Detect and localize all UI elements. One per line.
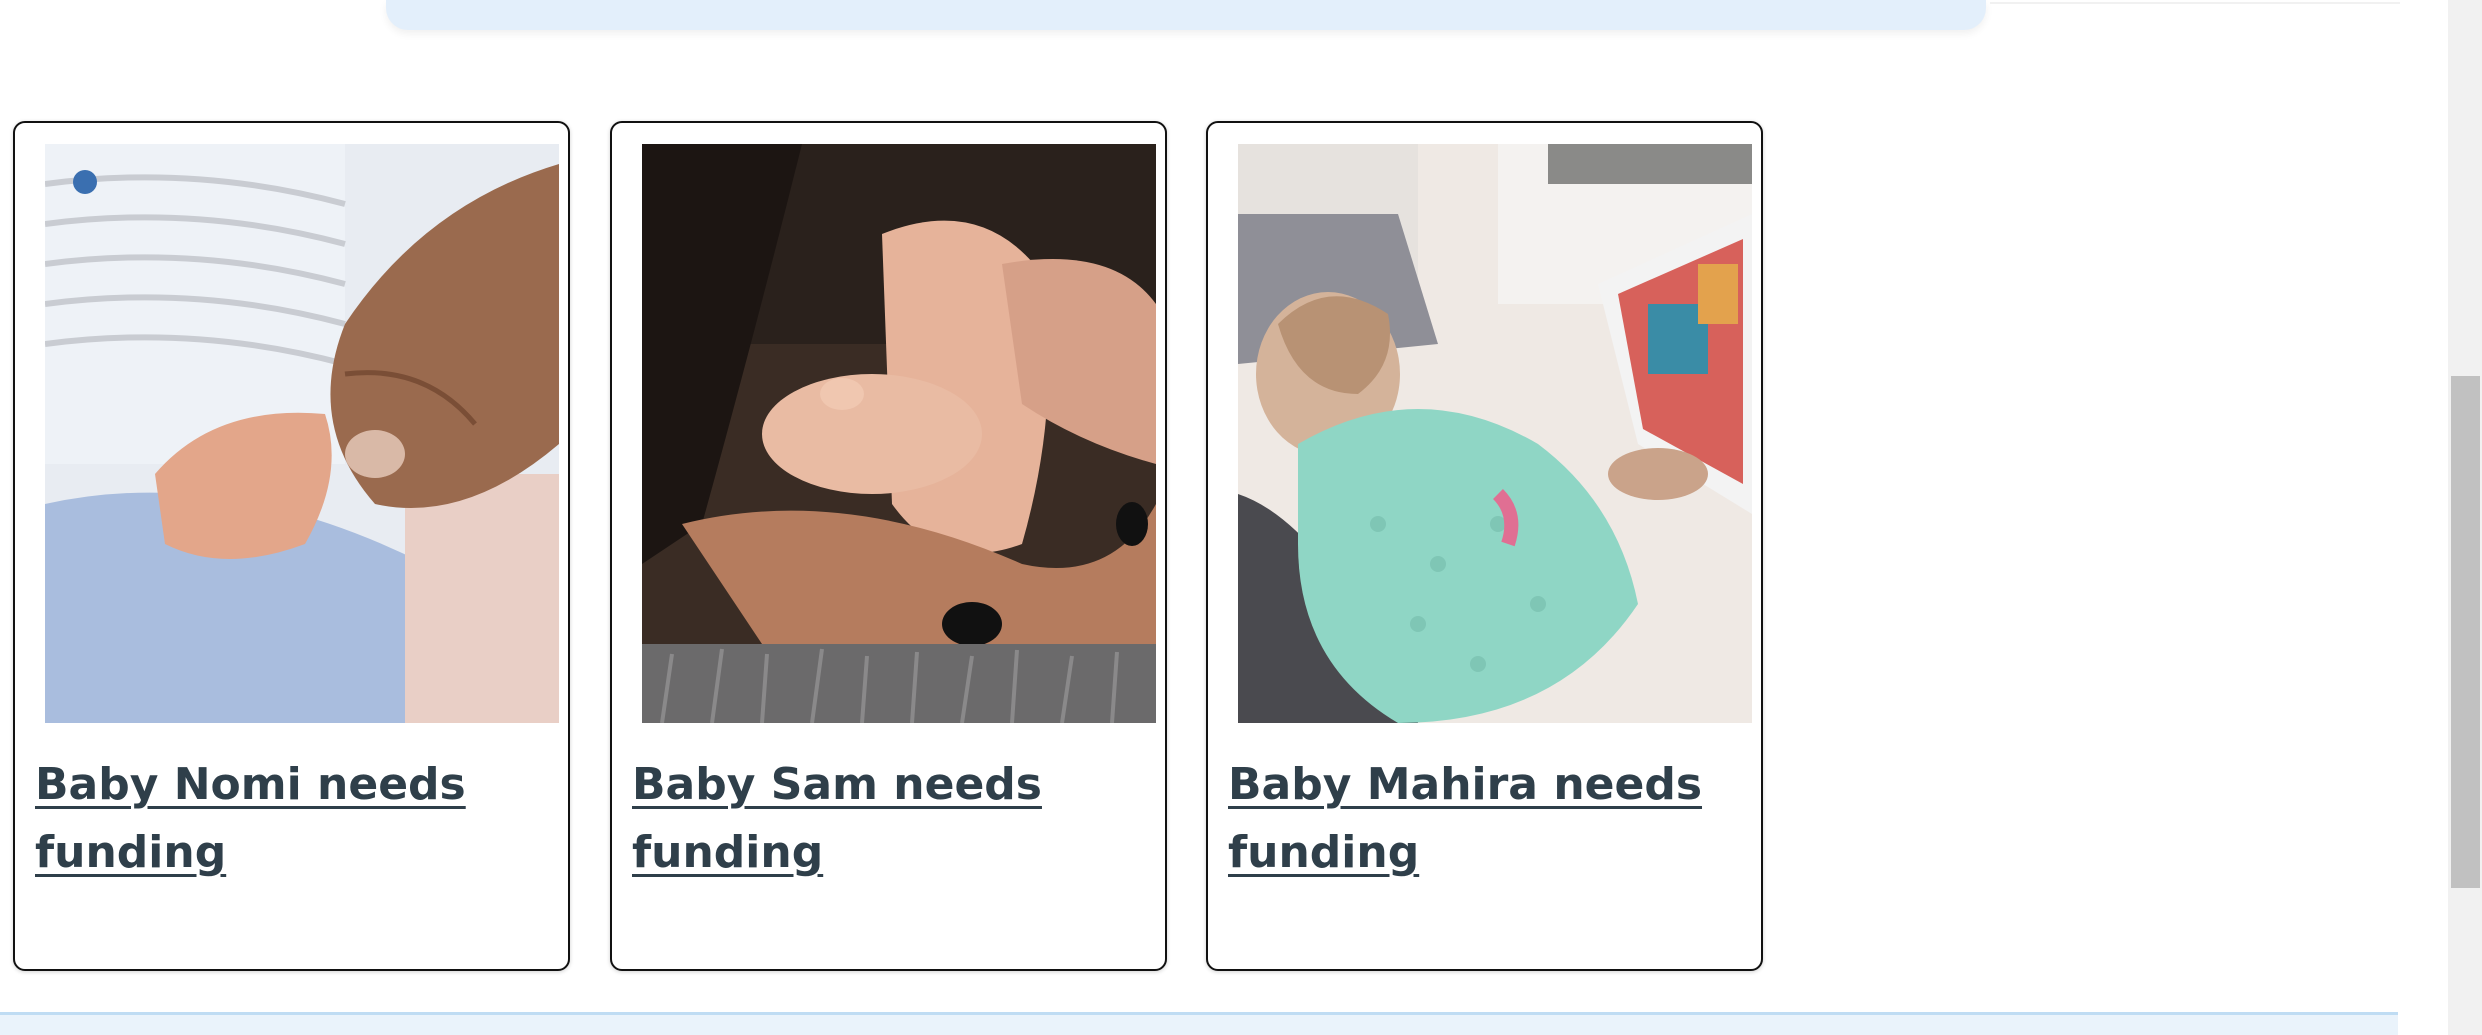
baby-hand-holding-finger-image[interactable]	[45, 144, 559, 723]
campaign-title-link[interactable]: Baby Sam needs funding	[632, 751, 1152, 887]
campaign-title-link[interactable]: Baby Mahira needs funding	[1228, 751, 1748, 887]
baby-feet-in-hand-image[interactable]	[642, 144, 1156, 723]
top-info-panel	[386, 0, 1986, 30]
divider	[1990, 2, 2400, 4]
campaign-card-nomi[interactable]: Baby Nomi needs funding	[13, 121, 570, 971]
footer-strip	[0, 1012, 2398, 1035]
baby-reading-book-image[interactable]	[1238, 144, 1752, 723]
scrollbar-thumb[interactable]	[2451, 376, 2480, 888]
campaign-title-link[interactable]: Baby Nomi needs funding	[35, 751, 555, 887]
page: Baby Nomi needs funding Baby Sam needs f…	[0, 0, 2482, 1035]
campaign-card-sam[interactable]: Baby Sam needs funding	[610, 121, 1167, 971]
campaign-card-mahira[interactable]: Baby Mahira needs funding	[1206, 121, 1763, 971]
